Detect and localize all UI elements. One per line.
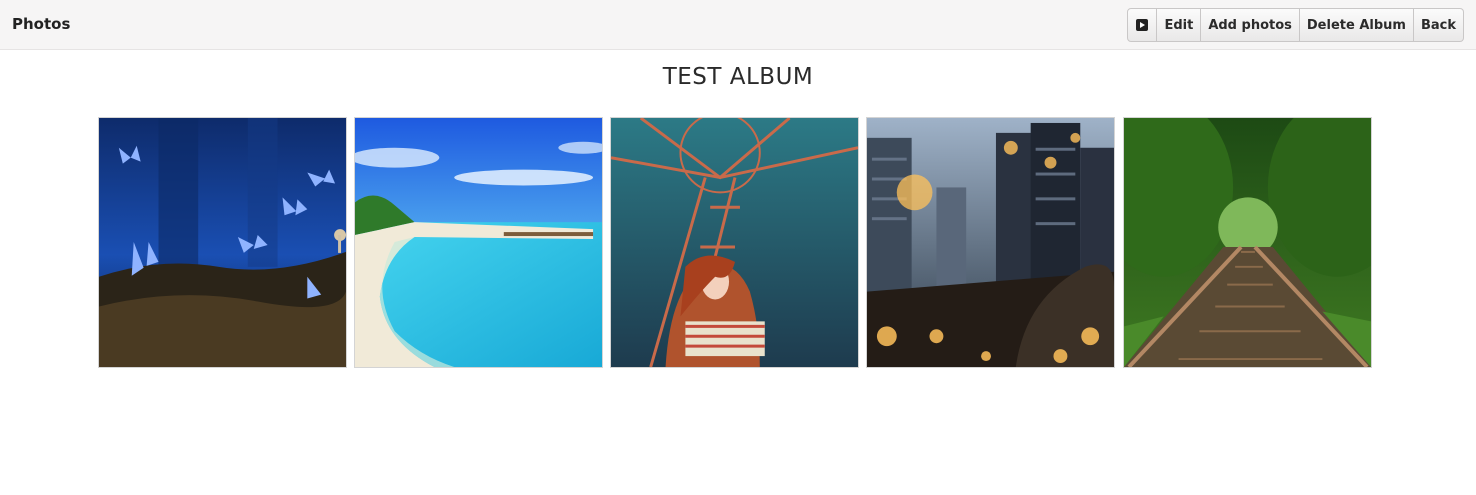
photo-thumbnail-butterflies[interactable] [98, 117, 347, 368]
photo-grid [98, 117, 1374, 369]
album-title: TEST ALBUM [662, 64, 814, 90]
app-header: Photos Edit Add photos Delete Album Back [0, 0, 1476, 50]
ferris-wheel-image [611, 118, 858, 367]
back-button[interactable]: Back [1413, 8, 1464, 42]
app-title: Photos [12, 15, 71, 33]
photo-thumbnail-ferris-wheel[interactable] [610, 117, 859, 368]
add-photos-button[interactable]: Add photos [1201, 8, 1300, 42]
play-icon [1136, 19, 1149, 31]
butterflies-image [99, 118, 346, 367]
photo-thumbnail-railway[interactable] [1123, 117, 1372, 368]
beach-image [355, 118, 602, 367]
railway-image [1124, 118, 1371, 367]
album-toolbar: Edit Add photos Delete Album Back [1127, 8, 1464, 42]
delete-album-button[interactable]: Delete Album [1299, 8, 1414, 42]
city-image [867, 118, 1114, 367]
slideshow-button[interactable] [1127, 8, 1158, 42]
photo-thumbnail-beach[interactable] [354, 117, 603, 368]
edit-button[interactable]: Edit [1157, 8, 1202, 42]
photo-thumbnail-city[interactable] [866, 117, 1115, 368]
